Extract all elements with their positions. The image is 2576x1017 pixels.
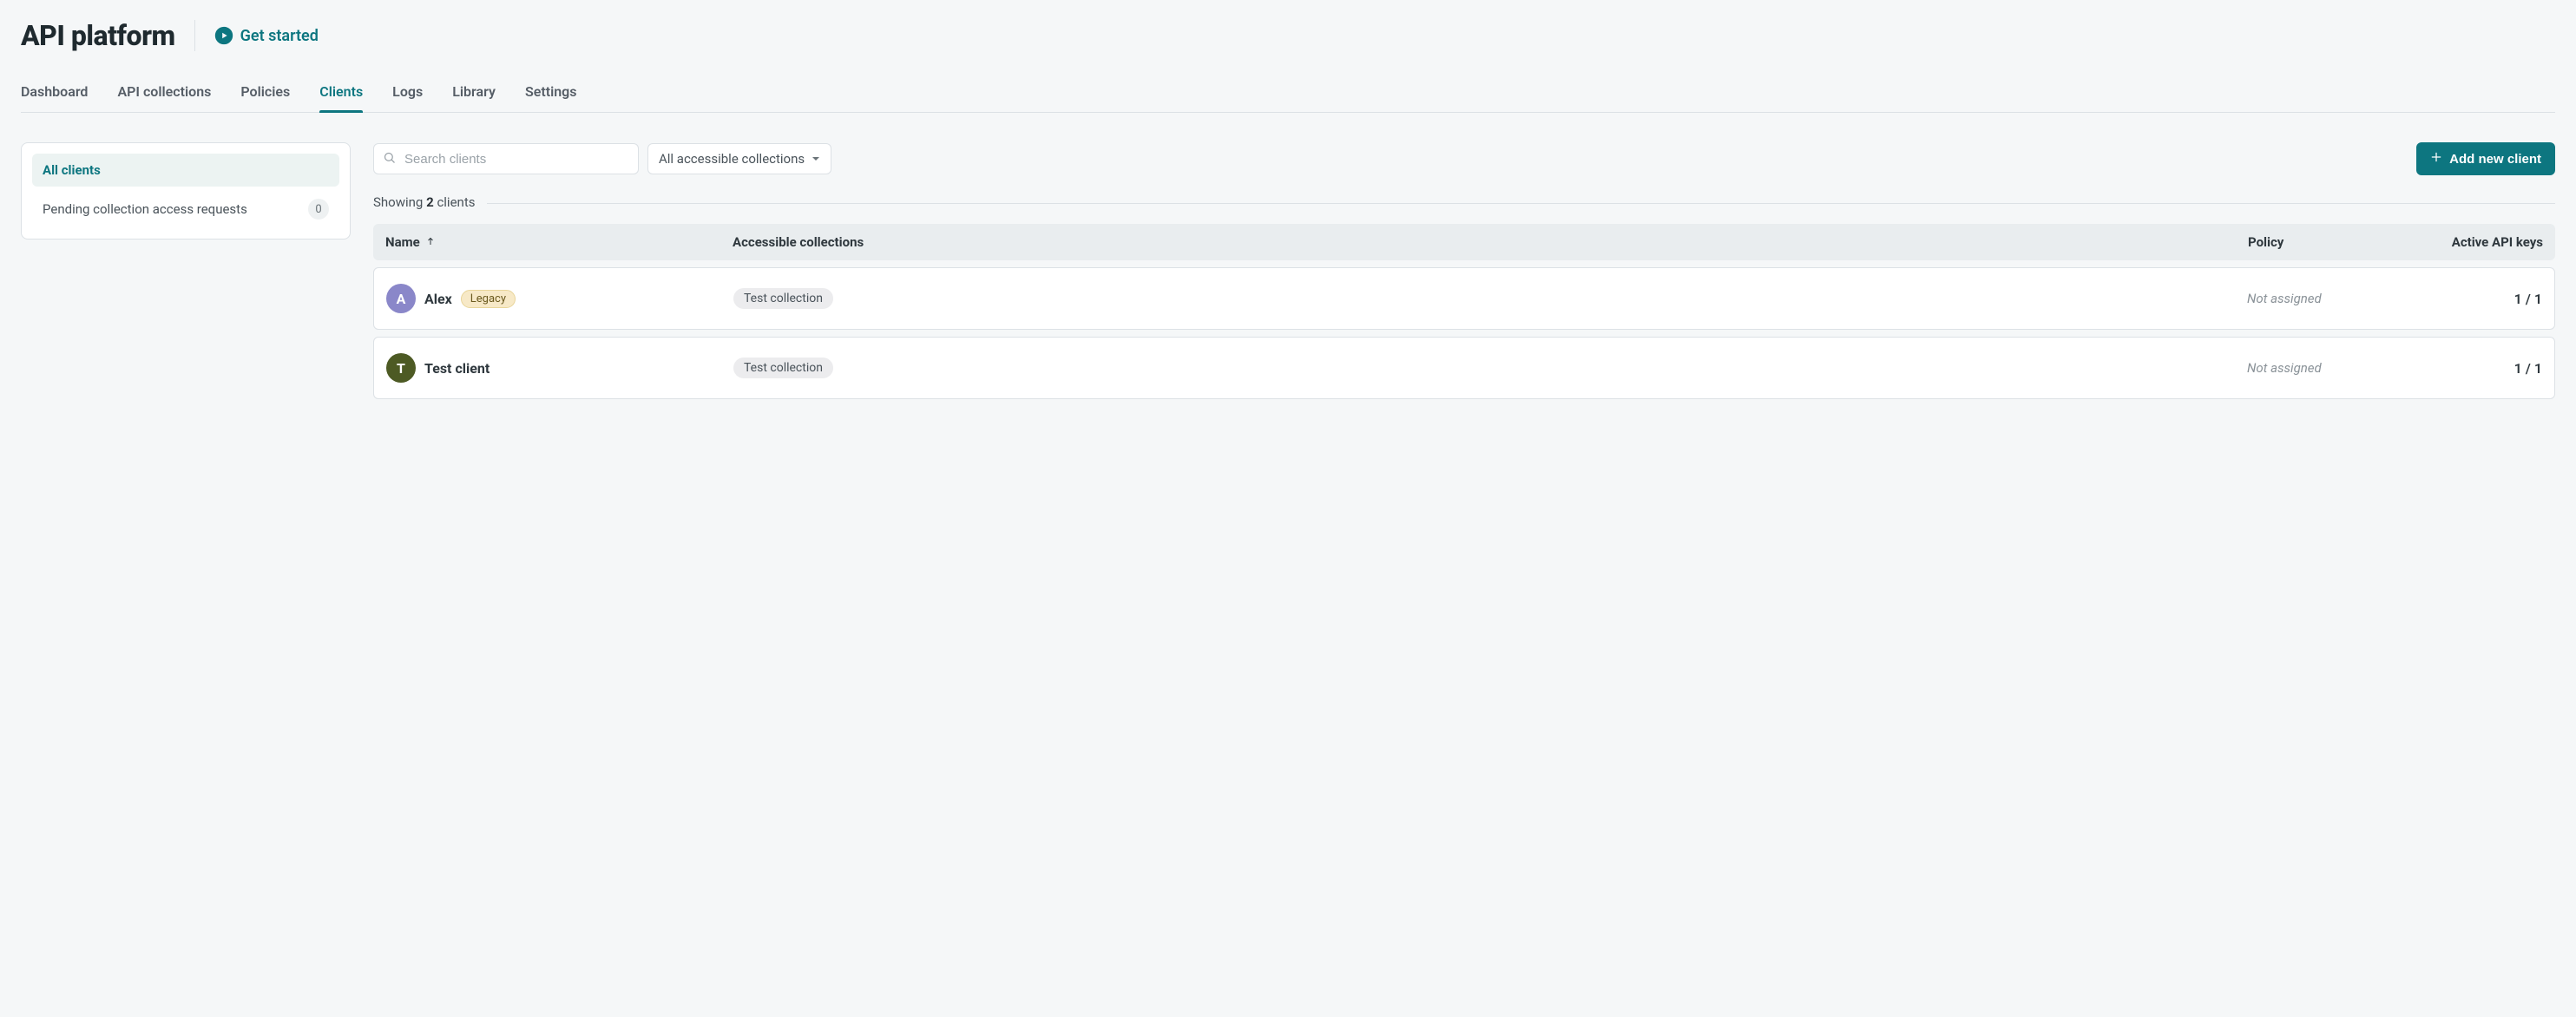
policy-cell: Not assigned [2247, 291, 2421, 306]
policy-cell: Not assigned [2247, 360, 2421, 376]
clients-sidebar: All clients Pending collection access req… [21, 142, 351, 239]
collections-filter-label: All accessible collections [659, 151, 805, 167]
tab-logs[interactable]: Logs [392, 76, 423, 112]
tab-settings[interactable]: Settings [525, 76, 577, 112]
table-row[interactable]: T Test client Test collection Not assigned1… [373, 337, 2555, 399]
caret-down-icon [812, 151, 820, 167]
collection-chip: Test collection [733, 288, 833, 309]
api-keys-cell: 1 / 1 [2421, 291, 2542, 307]
client-name: Alex [424, 291, 452, 307]
client-name: Test client [424, 360, 490, 377]
main-tabs: Dashboard API collections Policies Clients L… [21, 76, 2555, 113]
api-keys-cell: 1 / 1 [2421, 360, 2542, 377]
plus-icon [2430, 151, 2442, 167]
collection-chip: Test collection [733, 358, 833, 378]
results-summary: Showing 2 clients [373, 194, 475, 210]
page-title: API platform [21, 19, 175, 52]
table-row[interactable]: A Alex Legacy Test collection Not assigned1 … [373, 267, 2555, 330]
column-header-policy: Policy [2248, 234, 2422, 250]
divider [194, 20, 195, 51]
sidebar-item-label: All clients [43, 162, 101, 178]
get-started-label: Get started [240, 27, 319, 45]
search-input-wrapper[interactable] [373, 143, 639, 174]
column-header-keys: Active API keys [2422, 234, 2543, 250]
sort-asc-icon [425, 234, 436, 250]
add-client-label: Add new client [2449, 152, 2541, 167]
sidebar-item-all-clients[interactable]: All clients [32, 154, 339, 187]
tab-api-collections[interactable]: API collections [117, 76, 211, 112]
play-circle-icon [214, 26, 233, 45]
tab-library[interactable]: Library [452, 76, 496, 112]
tab-dashboard[interactable]: Dashboard [21, 76, 88, 112]
add-client-button[interactable]: Add new client [2416, 142, 2555, 175]
legacy-badge: Legacy [461, 290, 516, 308]
column-header-collections: Accessible collections [733, 234, 2248, 250]
search-input[interactable] [403, 151, 629, 167]
tab-policies[interactable]: Policies [240, 76, 290, 112]
column-header-name[interactable]: Name [385, 234, 436, 250]
get-started-link[interactable]: Get started [214, 26, 319, 45]
search-icon [383, 151, 396, 167]
clients-table-header: Name Accessible collections Policy Activ… [373, 224, 2555, 260]
collections-filter-dropdown[interactable]: All accessible collections [647, 143, 831, 174]
tab-clients[interactable]: Clients [319, 76, 363, 112]
sidebar-item-label: Pending collection access requests [43, 201, 247, 217]
sidebar-item-pending-requests[interactable]: Pending collection access requests 0 [32, 190, 339, 228]
avatar: A [386, 284, 416, 313]
count-badge: 0 [308, 199, 329, 220]
avatar: T [386, 353, 416, 383]
divider [487, 203, 2555, 204]
